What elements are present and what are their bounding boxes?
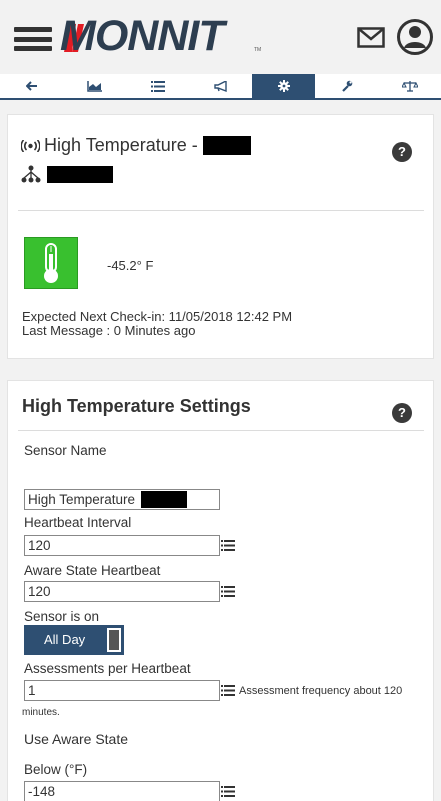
sensor-name-value: High Temperature (28, 492, 136, 507)
tab-list[interactable] (126, 74, 189, 98)
status-tile (24, 237, 78, 289)
aware-heartbeat-field[interactable]: 120 (24, 581, 220, 602)
redacted-sensor-name (140, 491, 187, 508)
assessment-note: Assessment frequency about 120 (239, 685, 403, 697)
wireless-signal-icon (21, 139, 40, 152)
tab-chart[interactable] (63, 74, 126, 98)
heartbeat-options-icon[interactable] (221, 540, 235, 551)
mail-icon[interactable] (357, 27, 385, 48)
aware-heartbeat-label: Aware State Heartbeat (24, 563, 161, 578)
toggle-knob[interactable] (107, 628, 121, 652)
app-header: MONNIT TM (0, 0, 441, 72)
sensor-title: High Temperature - (21, 135, 251, 156)
assessment-note-cont: minutes. (22, 707, 60, 718)
redacted-network-name (47, 165, 113, 183)
divider (18, 430, 424, 431)
megaphone-icon (213, 80, 227, 92)
below-options-icon[interactable] (221, 786, 235, 797)
thermometer-icon (44, 243, 58, 283)
sensor-on-label: Sensor is on (24, 609, 100, 624)
last-message: Last Message : 0 Minutes ago (22, 323, 196, 338)
heartbeat-field[interactable]: 120 (24, 535, 220, 556)
assessments-field[interactable]: 1 (24, 680, 220, 701)
sensor-name-label: Sensor Name (24, 443, 107, 458)
network-row (21, 165, 113, 183)
checkin-info: Expected Next Check-in: 11/05/2018 12:42… (22, 310, 292, 338)
assessments-label: Assessments per Heartbeat (24, 661, 191, 676)
logo-trademark: TM (254, 47, 262, 53)
use-aware-label: Use Aware State (24, 731, 129, 747)
sensor-on-toggle[interactable]: All Day (24, 625, 124, 655)
help-icon[interactable]: ? (392, 142, 412, 162)
aware-heartbeat-options-icon[interactable] (221, 586, 235, 597)
below-field[interactable]: -148 (24, 781, 220, 801)
list-icon (150, 80, 165, 92)
wrench-icon (341, 80, 352, 92)
tab-settings[interactable] (252, 74, 315, 98)
settings-card: High Temperature Settings ? Sensor Name … (7, 380, 434, 801)
monnit-logo[interactable]: MONNIT TM (60, 12, 262, 60)
tab-notifications[interactable] (189, 74, 252, 98)
sensor-reading: -45.2° F (107, 258, 154, 273)
logo-text: MONNIT (60, 12, 225, 60)
settings-help-icon[interactable]: ? (392, 403, 412, 423)
network-icon (21, 165, 41, 183)
sensor-tabbar (0, 74, 441, 100)
tab-scale[interactable] (378, 74, 441, 98)
divider (18, 210, 424, 211)
gear-icon (277, 80, 290, 92)
redacted-sensor-id (202, 136, 251, 155)
sensor-title-text: High Temperature - (44, 135, 198, 155)
tab-calibrate[interactable] (315, 74, 378, 98)
back-arrow-icon (25, 81, 37, 91)
hamburger-menu-icon[interactable] (14, 27, 52, 51)
assessments-options-icon[interactable] (221, 685, 235, 696)
settings-title: High Temperature Settings (22, 396, 251, 416)
chart-icon (86, 80, 102, 92)
user-account-icon[interactable] (397, 19, 433, 55)
below-label: Below (°F) (24, 762, 88, 777)
expected-checkin: Expected Next Check-in: 11/05/2018 12:42… (22, 309, 293, 324)
tab-back[interactable] (0, 74, 63, 98)
sensor-on-value: All Day (44, 632, 86, 647)
sensor-name-field[interactable]: High Temperature (24, 489, 220, 510)
sensor-summary-card: High Temperature - ? -45.2° F Expected N… (7, 114, 434, 359)
scale-icon (401, 81, 418, 92)
heartbeat-label: Heartbeat Interval (24, 515, 132, 530)
